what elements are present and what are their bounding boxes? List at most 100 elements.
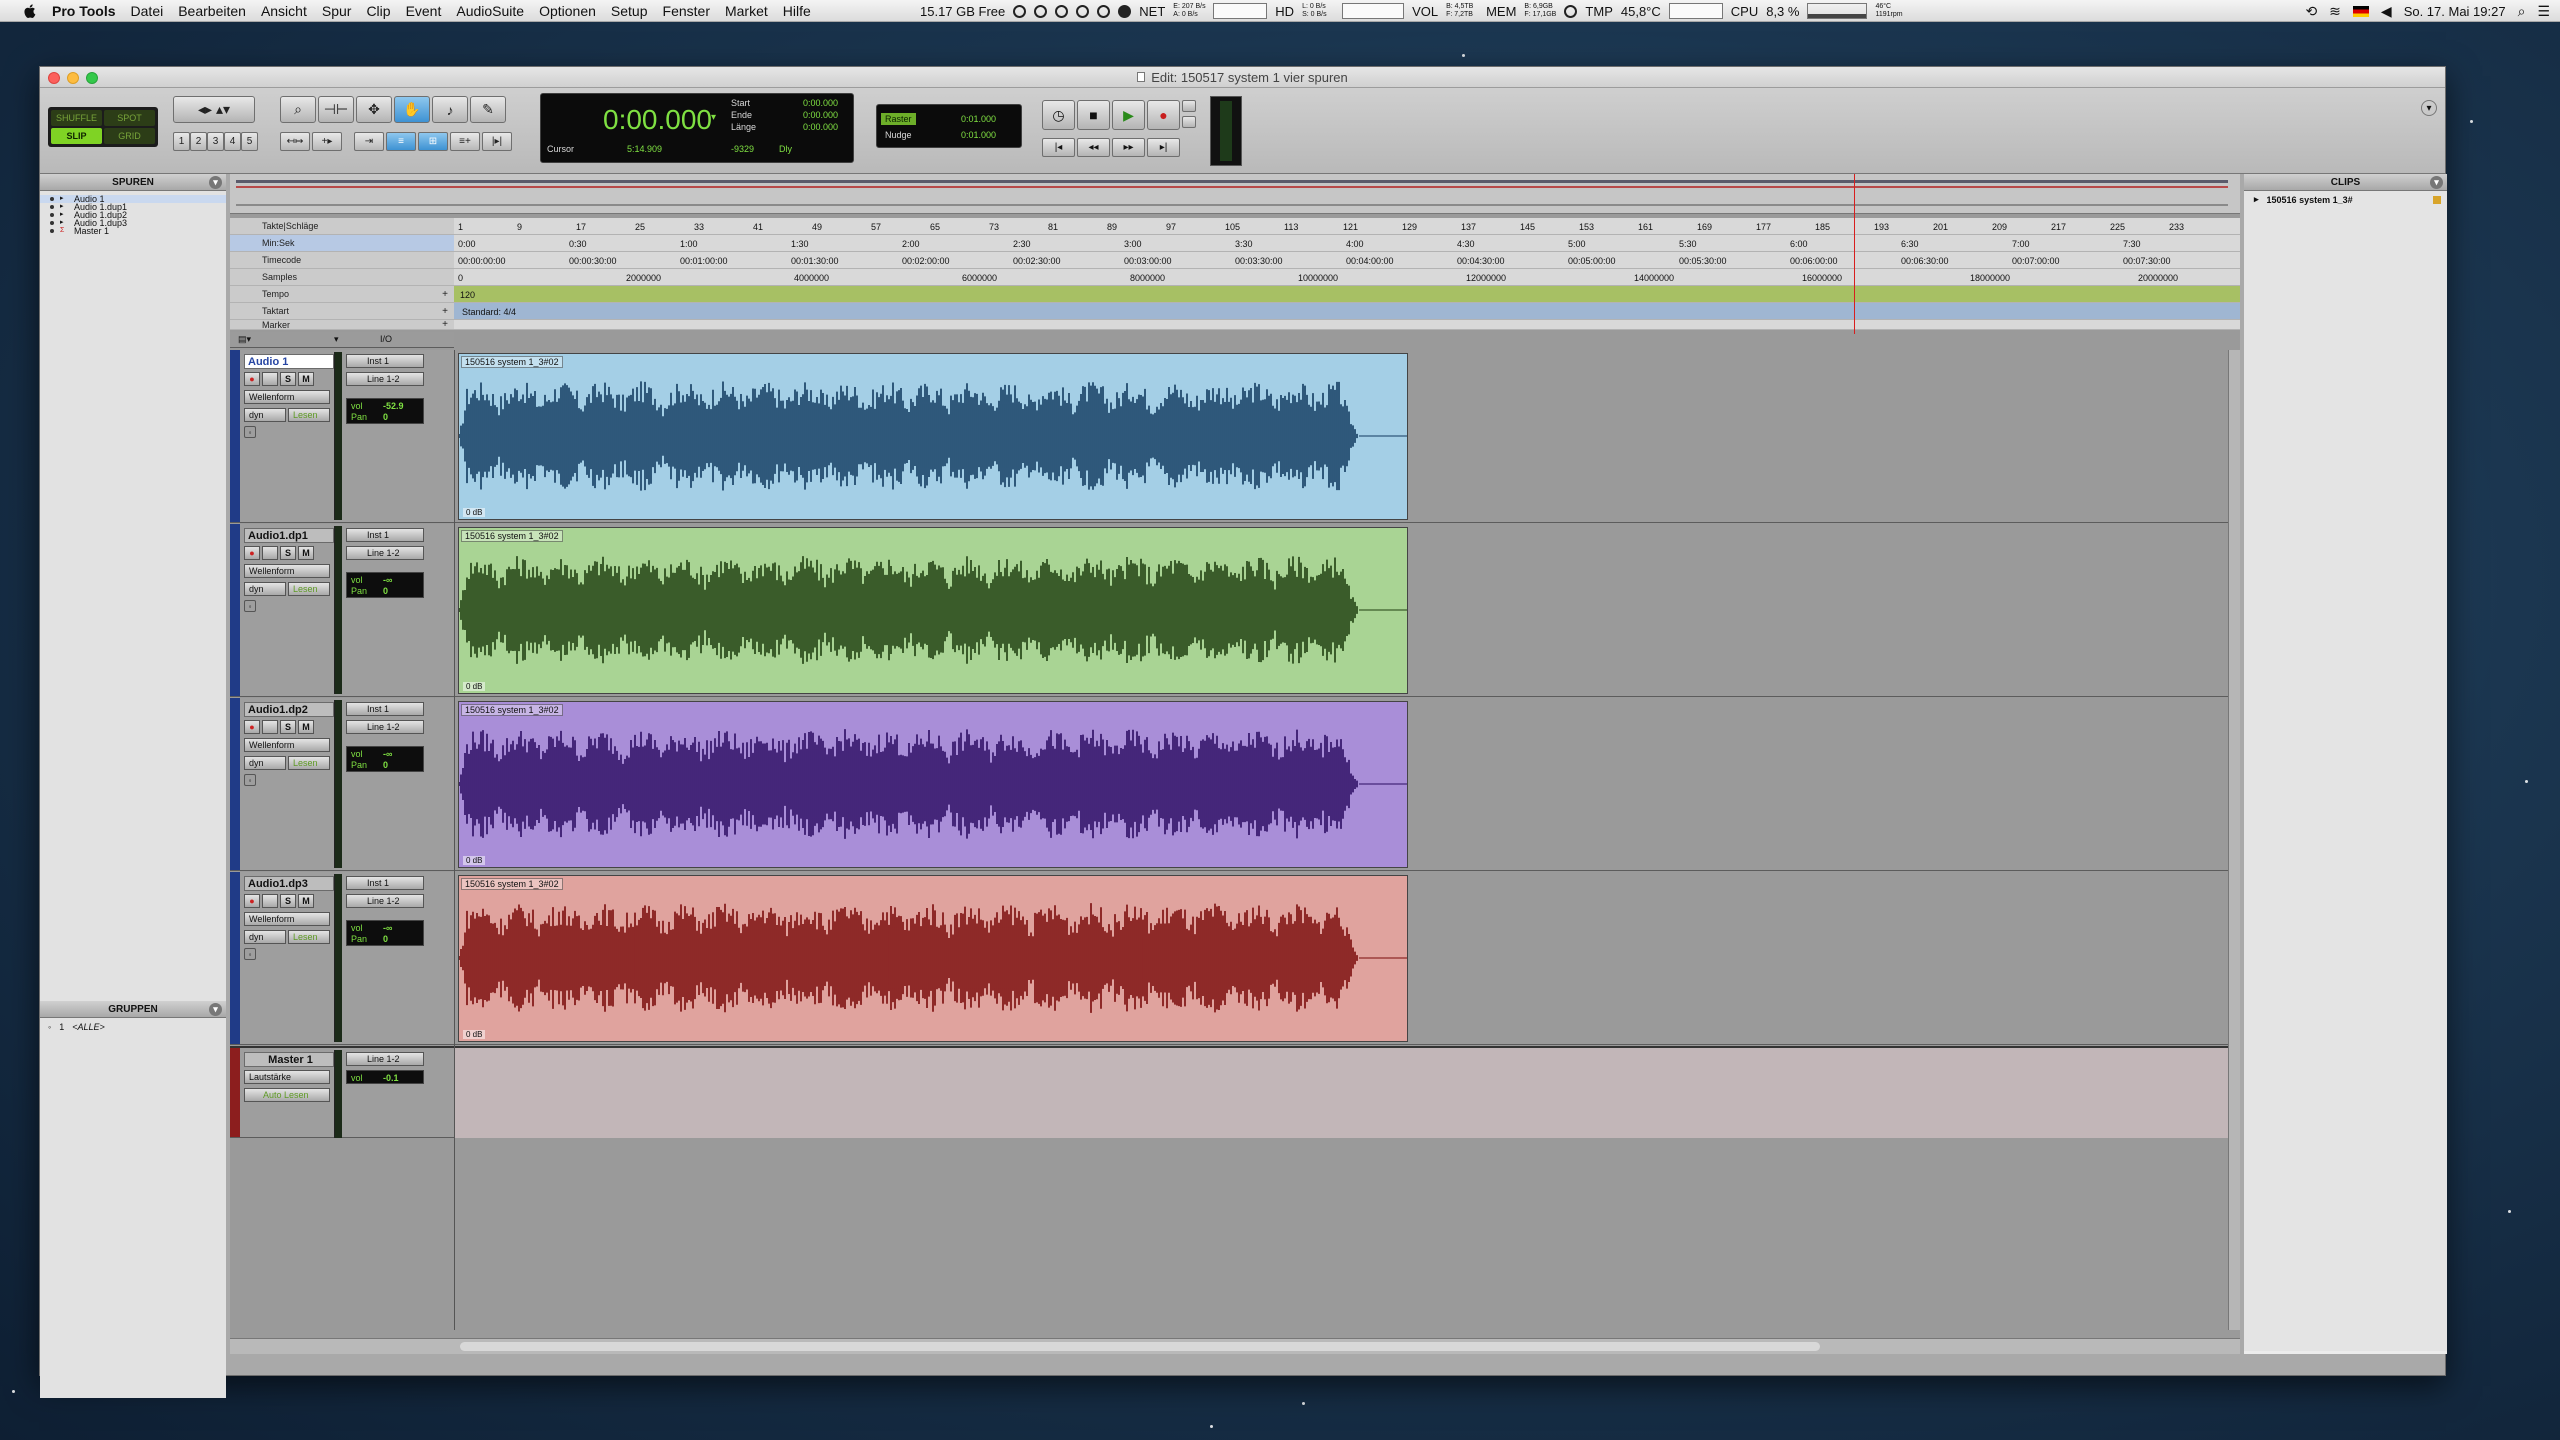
prerecord-toggle[interactable] xyxy=(1182,116,1196,128)
menu-hilfe[interactable]: Hilfe xyxy=(783,3,811,19)
clip-gain[interactable]: 0 dB xyxy=(463,856,486,865)
vol-value[interactable]: -52.9 xyxy=(383,401,404,411)
dyn-button[interactable]: dyn xyxy=(244,408,286,422)
filled-circle-icon[interactable] xyxy=(1118,4,1132,18)
visibility-dot-icon[interactable] xyxy=(50,221,54,225)
tempo-ruler[interactable]: 120 xyxy=(454,286,2240,303)
slip-mode-button[interactable]: SLIP xyxy=(51,128,102,144)
track-view-selector[interactable]: Wellenform xyxy=(244,390,330,404)
timecode-ruler[interactable]: 00:00:00:00 00:00:30:00 00:01:00:00 00:01:3… xyxy=(454,252,2240,269)
volume-icon[interactable]: ◀ xyxy=(2381,4,2392,18)
menu-datei[interactable]: Datei xyxy=(131,3,164,19)
end-value[interactable]: 0:00.000 xyxy=(803,110,838,120)
mem-label[interactable]: MEM xyxy=(1486,4,1516,19)
zoom-preset-5[interactable]: 5 xyxy=(241,132,258,151)
groups-list-item[interactable]: ◦ 1 <ALLE> xyxy=(40,1022,226,1032)
track-view-selector[interactable]: Lautstärke xyxy=(244,1070,330,1084)
timebase-icon[interactable]: ◦ xyxy=(244,774,256,786)
audio-clip[interactable]: 150516 system 1_3#02 0 dB xyxy=(458,353,1408,520)
hd-label[interactable]: HD xyxy=(1275,4,1294,19)
add-marker-icon[interactable]: + xyxy=(442,319,448,330)
input-selector[interactable]: Inst 1 xyxy=(346,876,424,890)
record-enable-button[interactable]: ● xyxy=(244,720,260,734)
ruler-label-samples[interactable]: Samples xyxy=(230,269,454,286)
dly-label[interactable]: Dly xyxy=(779,144,792,154)
track-name-field[interactable]: Audio 1 xyxy=(244,354,334,369)
clip-name[interactable]: 150516 system 1_3#02 xyxy=(461,356,563,368)
track-name-field[interactable]: Audio1.dp3 xyxy=(244,876,334,891)
master-icon[interactable]: Σ xyxy=(60,227,68,235)
tracks-list-item[interactable]: ▸ Audio 1.dup3 xyxy=(40,219,226,228)
horizontal-scrollbar[interactable] xyxy=(230,1338,2240,1354)
zoom-preset-2[interactable]: 2 xyxy=(190,132,207,151)
rewind-button[interactable]: ◂◂ xyxy=(1077,138,1110,157)
output-selector[interactable]: Line 1-2 xyxy=(346,546,424,560)
power-icon[interactable] xyxy=(1034,4,1048,18)
menu-ansicht[interactable]: Ansicht xyxy=(261,3,307,19)
minsec-ruler[interactable]: 0:00 0:30 1:00 1:30 2:00 2:30 3:00 3:30 4:00 4:30… xyxy=(454,235,2240,252)
play-button[interactable]: ▶ xyxy=(1112,100,1145,130)
timebase-icon[interactable]: ◦ xyxy=(244,948,256,960)
spot-mode-button[interactable]: SPOT xyxy=(104,110,155,126)
clips-list-item[interactable]: ▸ 150516 system 1_3# xyxy=(2244,194,2447,205)
ruler-label-meter[interactable]: Taktart + xyxy=(230,303,454,320)
automation-mode-selector[interactable]: Lesen xyxy=(288,408,330,422)
grid-mode-button[interactable]: GRID xyxy=(104,128,155,144)
zoom-buttons[interactable]: ◂▸ ▴▾ xyxy=(173,96,255,123)
tracks-panel-menu-button[interactable]: ▾ xyxy=(209,176,222,189)
input-selector[interactable]: Inst 1 xyxy=(346,354,424,368)
pan-value[interactable]: 0 xyxy=(383,586,388,596)
tab-to-transient-button[interactable]: ↤↦ xyxy=(280,132,310,151)
mute-button[interactable]: M xyxy=(298,372,314,386)
zoom-out-icon[interactable]: ◂▸ xyxy=(198,101,212,118)
link-timeline-button[interactable]: +▸ xyxy=(312,132,342,151)
track-name-field[interactable]: Audio1.dp1 xyxy=(244,528,334,543)
close-button[interactable] xyxy=(48,72,60,84)
clips-panel-menu-button[interactable]: ▾ xyxy=(2430,176,2443,189)
clip-gain[interactable]: 0 dB xyxy=(463,682,486,691)
mute-button[interactable]: M xyxy=(298,894,314,908)
zoom-in-icon[interactable]: ▴▾ xyxy=(216,101,230,118)
pan-value[interactable]: 0 xyxy=(383,412,388,422)
input-selector[interactable]: Inst 1 xyxy=(346,528,424,542)
clip-disclosure-icon[interactable]: ▸ xyxy=(2254,194,2259,205)
apple-icon[interactable] xyxy=(20,3,40,18)
meter-value[interactable]: Standard: 4/4 xyxy=(462,307,516,317)
clip-gain[interactable]: 0 dB xyxy=(463,1030,486,1039)
ruler-label-minsec[interactable]: Min:Sek xyxy=(230,235,454,252)
add-tempo-icon[interactable]: + xyxy=(442,289,448,300)
visibility-dot-icon[interactable] xyxy=(50,197,54,201)
vol-value[interactable]: -∞ xyxy=(383,749,392,759)
keyboard-focus-button[interactable]: ≡+ xyxy=(450,132,480,151)
menu-setup[interactable]: Setup xyxy=(611,3,648,19)
audio-clip[interactable]: 150516 system 1_3#02 0 dB xyxy=(458,701,1408,868)
clip-name[interactable]: 150516 system 1_3#02 xyxy=(461,878,563,890)
nudge-label[interactable]: Nudge xyxy=(881,129,916,141)
timemachine-icon[interactable]: ⟲ xyxy=(2305,4,2317,18)
ruler-label-marker[interactable]: Marker + xyxy=(230,319,454,330)
solo-button[interactable]: S xyxy=(280,720,296,734)
notification-center-icon[interactable]: ☰ xyxy=(2537,4,2550,18)
solo-button[interactable]: S xyxy=(280,372,296,386)
dyn-button[interactable]: dyn xyxy=(244,930,286,944)
pan-value[interactable]: 0 xyxy=(383,760,388,770)
disclosure-icon[interactable]: ▸ xyxy=(60,211,68,219)
menu-spur[interactable]: Spur xyxy=(322,3,352,19)
marker-ruler[interactable] xyxy=(454,320,2240,330)
automation-mode-selector[interactable]: Auto Lesen xyxy=(244,1088,330,1102)
zoom-preset-1[interactable]: 1 xyxy=(173,132,190,151)
visibility-dot-icon[interactable] xyxy=(50,213,54,217)
zoomer-tool[interactable]: ⌕ xyxy=(280,96,316,123)
track-view-selector[interactable]: Wellenform xyxy=(244,912,330,926)
online-button[interactable]: ◷ xyxy=(1042,100,1075,130)
tempo-value[interactable]: 120 xyxy=(460,290,475,300)
menu-optionen[interactable]: Optionen xyxy=(539,3,596,19)
menu-bearbeiten[interactable]: Bearbeiten xyxy=(178,3,246,19)
length-value[interactable]: 0:00.000 xyxy=(803,122,838,132)
cpu-label[interactable]: CPU xyxy=(1731,4,1758,19)
return-to-zero-button[interactable]: |◂ xyxy=(1042,138,1075,157)
clip-gain[interactable]: 0 dB xyxy=(463,508,486,517)
bars-ruler[interactable]: 1 9 17 25 33 41 49 57 65 73 81 89 97 105 113 121 129 137 1… xyxy=(454,218,2240,235)
selector-tool[interactable]: ✥ xyxy=(356,96,392,123)
go-to-end-button[interactable]: ▸| xyxy=(1147,138,1180,157)
